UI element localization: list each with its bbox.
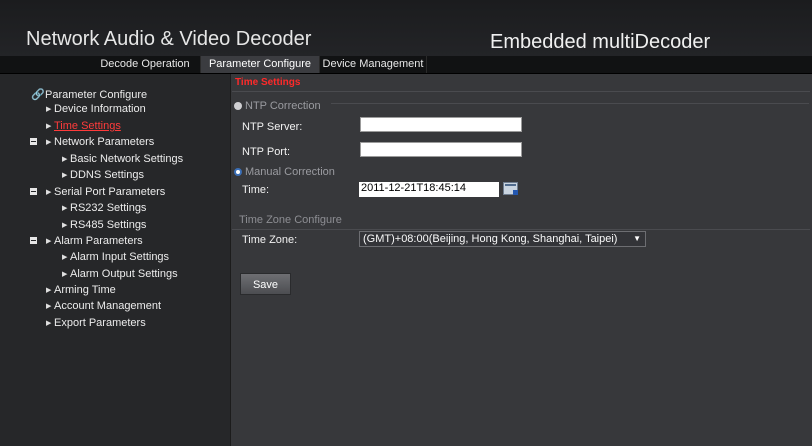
ntp-server-input[interactable]: [360, 117, 522, 132]
sidebar-item-alarm-output-settings[interactable]: ▶ Alarm Output Settings: [62, 267, 178, 281]
triangle-right-icon: ▶: [46, 139, 52, 146]
divider: [232, 229, 810, 230]
manual-correction-radio[interactable]: Manual Correction: [234, 165, 335, 179]
sidebar: 🔗Parameter Configure ▶ Device Information…: [0, 74, 231, 446]
sidebar-item-time-settings[interactable]: ▶ Time Settings: [46, 119, 121, 133]
triangle-right-icon: ▶: [62, 205, 68, 212]
app-header: Network Audio & Video Decoder Embedded m…: [0, 0, 812, 56]
minus-box-icon[interactable]: [30, 188, 37, 195]
triangle-right-icon: ▶: [46, 106, 52, 113]
sidebar-item-ddns-settings[interactable]: ▶ DDNS Settings: [62, 168, 144, 182]
time-settings-panel: Time Settings NTP Correction NTP Server:…: [231, 74, 812, 446]
tree-root-parameter-configure[interactable]: 🔗Parameter Configure: [31, 88, 147, 102]
app-subtitle: Embedded multiDecoder: [490, 31, 711, 53]
radio-icon: [234, 102, 242, 110]
sidebar-item-basic-network-settings[interactable]: ▶ Basic Network Settings: [62, 152, 183, 166]
triangle-right-icon: ▶: [46, 320, 52, 327]
tab-decode-operation[interactable]: Decode Operation: [90, 56, 201, 73]
tree-root-label: Parameter Configure: [45, 89, 148, 101]
ntp-correction-label: NTP Correction: [245, 100, 321, 112]
minus-box-icon[interactable]: [30, 237, 37, 244]
calendar-icon[interactable]: [503, 182, 518, 195]
sidebar-item-account-management[interactable]: ▶ Account Management: [46, 299, 161, 313]
radio-selected-icon: [234, 168, 242, 176]
time-label: Time:: [242, 184, 270, 196]
tab-device-management[interactable]: Device Management: [320, 56, 427, 73]
ntp-server-label: NTP Server:: [242, 121, 303, 133]
sidebar-item-rs232-settings[interactable]: ▶ RS232 Settings: [62, 201, 146, 215]
tab-parameter-configure[interactable]: Parameter Configure: [201, 56, 320, 73]
divider: [232, 91, 810, 92]
triangle-right-icon: ▶: [62, 156, 68, 163]
ntp-port-label: NTP Port:: [242, 146, 291, 158]
sidebar-item-arming-time[interactable]: ▶ Arming Time: [46, 283, 116, 297]
sidebar-item-serial-port-parameters[interactable]: ▶ Serial Port Parameters: [30, 185, 165, 199]
time-zone-select[interactable]: (GMT)+08:00(Beijing, Hong Kong, Shanghai…: [359, 231, 646, 247]
sidebar-item-device-information[interactable]: ▶ Device Information: [46, 102, 146, 116]
sidebar-item-export-parameters[interactable]: ▶ Export Parameters: [46, 316, 146, 330]
section-title: Time Settings: [235, 77, 301, 88]
triangle-right-icon: ▶: [62, 271, 68, 278]
sidebar-item-alarm-parameters[interactable]: ▶ Alarm Parameters: [30, 234, 143, 248]
triangle-right-icon: ▶: [46, 189, 52, 196]
ntp-correction-radio[interactable]: NTP Correction: [234, 99, 321, 113]
triangle-right-icon: ▶: [46, 123, 52, 130]
divider: [331, 103, 809, 104]
save-button[interactable]: Save: [240, 273, 291, 295]
minus-box-icon[interactable]: [30, 138, 37, 145]
triangle-right-icon: ▶: [46, 287, 52, 294]
chevron-down-icon: ▼: [633, 234, 641, 243]
main-tabs: Decode Operation Parameter Configure Dev…: [0, 56, 812, 74]
sidebar-item-network-parameters[interactable]: ▶ Network Parameters: [30, 135, 154, 149]
triangle-right-icon: ▶: [46, 238, 52, 245]
time-field[interactable]: 2011-12-21T18:45:14: [359, 182, 499, 197]
time-zone-section-title: Time Zone Configure: [239, 214, 342, 226]
sidebar-item-rs485-settings[interactable]: ▶ RS485 Settings: [62, 218, 146, 232]
triangle-right-icon: ▶: [62, 172, 68, 179]
sidebar-item-alarm-input-settings[interactable]: ▶ Alarm Input Settings: [62, 250, 169, 264]
time-zone-label: Time Zone:: [242, 234, 298, 246]
triangle-right-icon: ▶: [62, 254, 68, 261]
app-title: Network Audio & Video Decoder: [26, 28, 312, 50]
time-zone-value: (GMT)+08:00(Beijing, Hong Kong, Shanghai…: [363, 233, 618, 245]
tree-root-icon: 🔗: [31, 89, 45, 101]
triangle-right-icon: ▶: [62, 222, 68, 229]
ntp-port-input[interactable]: [360, 142, 522, 157]
triangle-right-icon: ▶: [46, 303, 52, 310]
manual-correction-label: Manual Correction: [245, 166, 335, 178]
